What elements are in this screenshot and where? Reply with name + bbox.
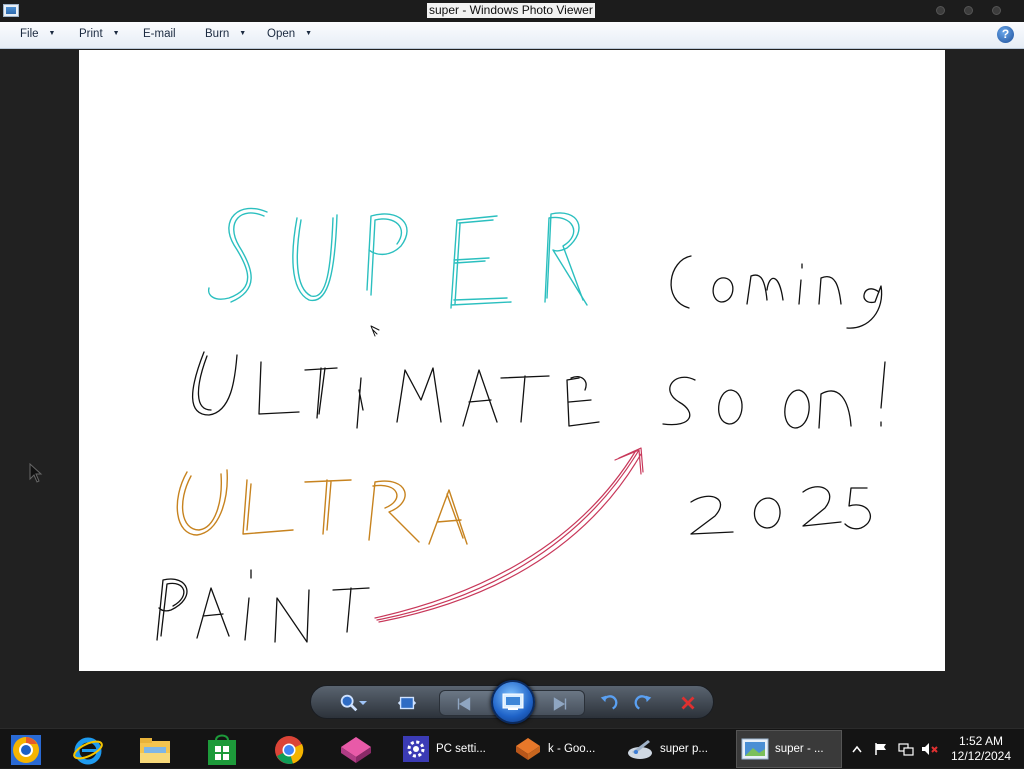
- menu-file[interactable]: File ▼: [20, 28, 55, 40]
- next-icon[interactable]: [548, 692, 572, 716]
- menu-burn[interactable]: Burn ▼: [205, 28, 246, 40]
- chrome-canary-icon[interactable]: [0, 733, 52, 767]
- title-bar[interactable]: super - Windows Photo Viewer: [0, 0, 1024, 22]
- painting-cursor-mark: [370, 325, 380, 337]
- painting-text-ultimate: [191, 351, 600, 429]
- firefox-icon: [514, 735, 542, 763]
- taskbar-item-pc-settings[interactable]: PC setti...: [398, 730, 502, 768]
- photo-viewer-icon: [741, 735, 769, 763]
- flag-icon[interactable]: [872, 729, 890, 769]
- menu-print-label: Print: [79, 28, 103, 40]
- actual-size-icon[interactable]: [395, 691, 419, 715]
- rotate-counterclockwise-icon[interactable]: [597, 691, 621, 715]
- rotate-clockwise-icon[interactable]: [631, 691, 655, 715]
- previous-icon[interactable]: [452, 692, 476, 716]
- taskbar-item-label: super - ...: [775, 743, 824, 755]
- clock[interactable]: 1:52 AM 12/12/2024: [950, 734, 1012, 764]
- file-explorer-icon[interactable]: [129, 733, 181, 767]
- taskbar-item-super-paint[interactable]: super p...: [622, 730, 726, 768]
- taskbar-item-photo-viewer[interactable]: super - ...: [736, 730, 842, 768]
- photo-viewer-icon: [3, 4, 19, 17]
- menu-bar: File ▼ Print ▼ E-mail Burn ▼ Open ▼ ?: [0, 22, 1024, 49]
- chrome-icon[interactable]: [263, 733, 315, 767]
- painting-text-paint: [156, 569, 370, 643]
- painting-text-soon: [662, 361, 886, 429]
- help-button[interactable]: ?: [997, 26, 1014, 43]
- slideshow-button[interactable]: [491, 680, 535, 724]
- chevron-down-icon: ▼: [48, 30, 56, 37]
- delete-icon[interactable]: [676, 691, 700, 715]
- taskbar-item-browser[interactable]: k - Goo...: [510, 730, 614, 768]
- chevron-down-icon: ▼: [112, 30, 120, 37]
- menu-email[interactable]: E-mail: [143, 28, 176, 40]
- slideshow-icon: [502, 693, 524, 710]
- mouse-pointer-icon: [29, 463, 43, 483]
- show-hidden-icons[interactable]: [850, 729, 864, 769]
- gear-icon: [402, 735, 430, 763]
- taskbar-item-label: PC setti...: [436, 743, 486, 755]
- window-title: super - Windows Photo Viewer: [427, 3, 595, 18]
- viewer-controls: [310, 680, 714, 724]
- painting-text-2025: [690, 486, 872, 535]
- painting-text-super: [207, 207, 588, 309]
- paint-app-icon[interactable]: [330, 733, 382, 767]
- menu-open-label: Open: [267, 28, 296, 40]
- network-icon[interactable]: [896, 729, 916, 769]
- taskbar-item-label: super p...: [660, 743, 708, 755]
- minimize-button[interactable]: [936, 6, 945, 15]
- menu-open[interactable]: Open ▼: [267, 28, 312, 40]
- menu-email-label: E-mail: [143, 28, 176, 40]
- painting-text-ultra: [176, 469, 468, 545]
- clock-date: 12/12/2024: [950, 749, 1012, 763]
- image-display: [79, 50, 945, 671]
- painting: [156, 207, 886, 643]
- painting-text-coming: [670, 255, 883, 329]
- chevron-down-icon: ▼: [305, 30, 313, 37]
- menu-print[interactable]: Print ▼: [79, 28, 120, 40]
- menu-file-label: File: [20, 28, 39, 40]
- paint-icon: [626, 735, 654, 763]
- taskbar: PC setti... k - Goo... super p... super …: [0, 728, 1024, 768]
- close-button[interactable]: [992, 6, 1001, 15]
- clock-time: 1:52 AM: [958, 734, 1004, 748]
- menu-burn-label: Burn: [205, 28, 230, 40]
- store-icon[interactable]: [196, 733, 248, 767]
- photo-viewer-window: super - Windows Photo Viewer File ▼ Print…: [0, 0, 1024, 728]
- chevron-down-icon[interactable]: [357, 691, 369, 715]
- taskbar-item-label: k - Goo...: [548, 743, 596, 755]
- painting-arrow: [374, 447, 644, 623]
- internet-explorer-icon[interactable]: [62, 733, 114, 767]
- maximize-button[interactable]: [964, 6, 973, 15]
- volume-muted-icon[interactable]: [920, 729, 940, 769]
- chevron-down-icon: ▼: [239, 30, 247, 37]
